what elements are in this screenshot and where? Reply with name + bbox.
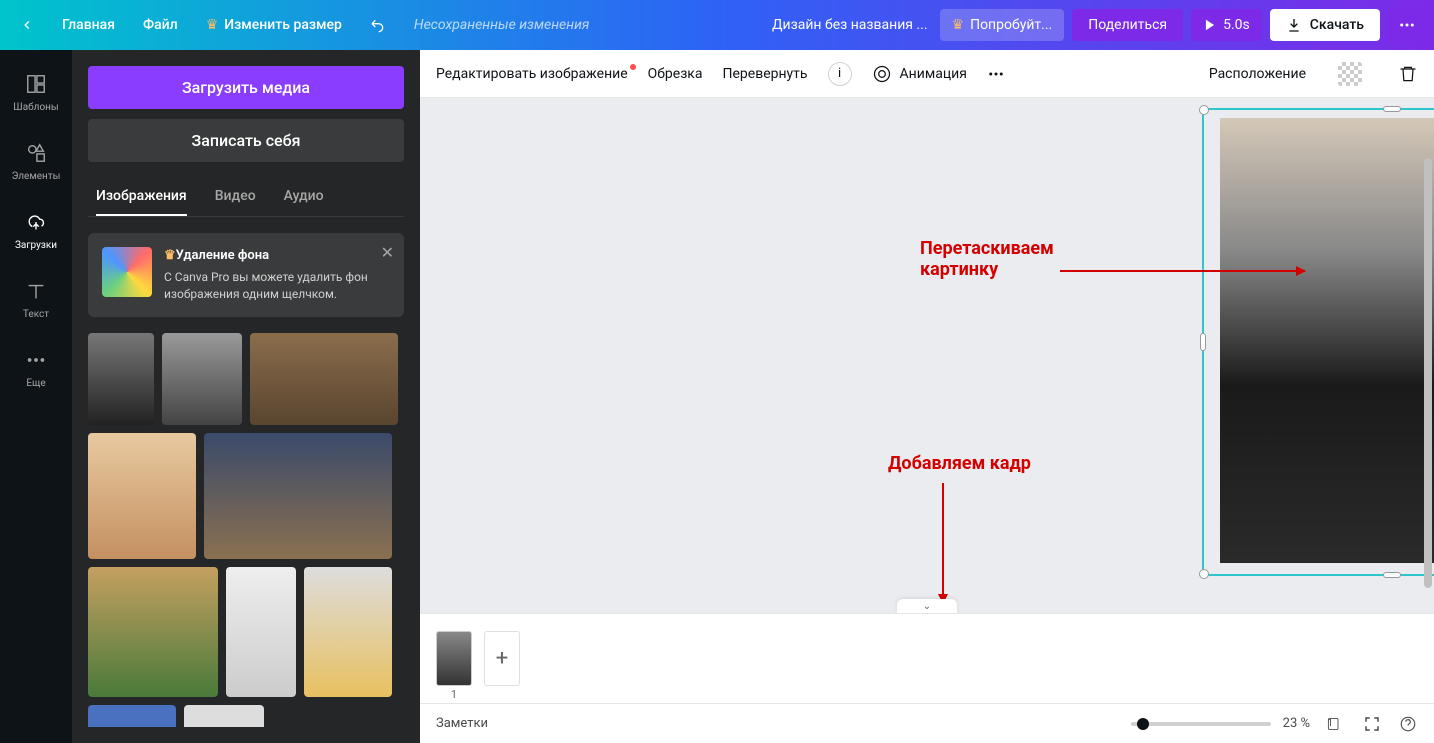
upload-media-button[interactable]: Загрузить медиа — [88, 66, 404, 109]
play-icon — [1203, 18, 1217, 32]
media-thumbnail[interactable] — [226, 567, 296, 697]
delete-button[interactable] — [1398, 64, 1418, 84]
dots-icon — [1398, 16, 1416, 34]
play-button[interactable]: 5.0s — [1191, 9, 1262, 41]
annotation-arrow — [942, 483, 944, 603]
edit-image-button[interactable]: Редактировать изображение — [436, 66, 628, 82]
media-thumbnail[interactable] — [88, 433, 196, 559]
promo-close-button[interactable]: ✕ — [381, 243, 394, 262]
selection-bounds — [1202, 108, 1434, 576]
timeline-collapse-button[interactable]: ⌄ — [897, 599, 957, 613]
record-self-button[interactable]: Записать себя — [88, 119, 404, 162]
chevron-left-icon — [20, 18, 34, 32]
resize-button[interactable]: ♛Изменить размер — [194, 9, 354, 41]
media-tabs: Изображения Видео Аудио — [88, 178, 404, 217]
home-button[interactable]: Главная — [50, 9, 127, 41]
media-grid — [88, 333, 404, 727]
help-icon — [1399, 715, 1417, 733]
context-toolbar: Редактировать изображение Обрезка Переве… — [420, 50, 1434, 98]
media-thumbnail[interactable] — [304, 567, 392, 697]
media-thumbnail[interactable] — [88, 333, 154, 425]
nav-uploads[interactable]: Загрузки — [0, 196, 72, 265]
animation-icon — [872, 64, 892, 84]
zoom-level[interactable]: 23 % — [1283, 716, 1310, 731]
vertical-scrollbar[interactable] — [1424, 158, 1432, 588]
resize-handle[interactable] — [1199, 569, 1209, 579]
annotation-drag: Перетаскиваемкартинку — [920, 238, 1054, 280]
undo-icon — [370, 17, 386, 33]
download-icon — [1286, 17, 1302, 33]
fullscreen-button[interactable] — [1362, 714, 1382, 734]
flip-button[interactable]: Перевернуть — [723, 66, 808, 82]
animation-button[interactable]: Анимация — [872, 64, 967, 84]
zoom-slider-thumb[interactable] — [1137, 718, 1149, 730]
elements-icon — [25, 142, 47, 164]
more-icon — [25, 349, 47, 371]
media-thumbnail[interactable] — [184, 705, 264, 727]
bottom-status-bar: Заметки 23 % 1 — [420, 703, 1434, 743]
tab-images[interactable]: Изображения — [96, 178, 187, 216]
more-menu-button[interactable] — [1388, 8, 1426, 42]
trash-icon — [1398, 64, 1418, 84]
position-button[interactable]: Расположение — [1209, 66, 1306, 82]
add-page-button[interactable]: + — [484, 631, 520, 686]
promo-body: С Canva Pro вы можете удалить фон изобра… — [164, 269, 390, 303]
nav-templates[interactable]: Шаблоны — [0, 58, 72, 127]
media-thumbnail[interactable] — [250, 333, 398, 425]
text-icon — [25, 280, 47, 302]
unsaved-status: Несохраненные изменения — [414, 17, 589, 33]
canvas-viewport[interactable]: Перетаскиваемкартинку Добавляем кадр ⌄ — [420, 98, 1434, 613]
media-thumbnail[interactable] — [88, 567, 218, 697]
page-list-button[interactable]: 1 — [1326, 714, 1346, 734]
info-button[interactable]: i — [828, 62, 852, 86]
resize-handle[interactable] — [1199, 105, 1209, 115]
nav-elements[interactable]: Элементы — [0, 127, 72, 196]
more-options-button[interactable] — [987, 65, 1005, 83]
document-title[interactable]: Дизайн без названия ... — [772, 17, 928, 33]
canvas-area: Редактировать изображение Обрезка Переве… — [420, 50, 1434, 743]
annotation-add-frame: Добавляем кадр — [888, 453, 1031, 474]
resize-handle[interactable] — [1383, 106, 1401, 112]
transparency-button[interactable] — [1338, 62, 1362, 86]
zoom-slider[interactable] — [1131, 722, 1271, 726]
file-menu[interactable]: Файл — [131, 9, 190, 41]
media-thumbnail[interactable] — [204, 433, 392, 559]
templates-icon — [25, 73, 47, 95]
bg-remove-promo: ♛Удаление фона С Canva Pro вы можете уда… — [88, 233, 404, 317]
resize-handle[interactable] — [1383, 572, 1401, 578]
download-button[interactable]: Скачать — [1270, 9, 1380, 41]
undo-button[interactable] — [358, 9, 398, 41]
uploads-icon — [25, 211, 47, 233]
crown-icon: ♛ — [164, 248, 176, 263]
annotation-arrow — [1060, 270, 1305, 272]
crop-button[interactable]: Обрезка — [648, 66, 703, 82]
resize-handle[interactable] — [1200, 333, 1206, 351]
expand-icon — [1363, 715, 1381, 733]
uploads-panel: Загрузить медиа Записать себя Изображени… — [72, 50, 420, 743]
promo-thumbnail — [102, 247, 152, 297]
page-timeline: 1 + — [420, 613, 1434, 703]
top-menu-bar: Главная Файл ♛Изменить размер Несохранен… — [0, 0, 1434, 50]
media-thumbnail[interactable] — [162, 333, 242, 425]
left-nav-rail: Шаблоны Элементы Загрузки Текст Еще — [0, 50, 72, 743]
media-thumbnail[interactable] — [88, 705, 176, 727]
page-thumbnail[interactable]: 1 — [436, 631, 472, 686]
crown-icon: ♛ — [952, 17, 965, 33]
nav-text[interactable]: Текст — [0, 265, 72, 334]
tab-audio[interactable]: Аудио — [284, 178, 324, 216]
share-button[interactable]: Поделиться — [1072, 9, 1183, 41]
crown-icon: ♛ — [206, 17, 219, 33]
tab-video[interactable]: Видео — [215, 178, 256, 216]
notes-button[interactable]: Заметки — [436, 716, 488, 731]
promo-title: ♛Удаление фона — [164, 247, 390, 265]
help-button[interactable] — [1398, 714, 1418, 734]
dots-icon — [987, 65, 1005, 83]
nav-more[interactable]: Еще — [0, 334, 72, 403]
try-pro-button[interactable]: ♛Попробуйт... — [940, 9, 1065, 41]
back-button[interactable] — [8, 10, 46, 40]
